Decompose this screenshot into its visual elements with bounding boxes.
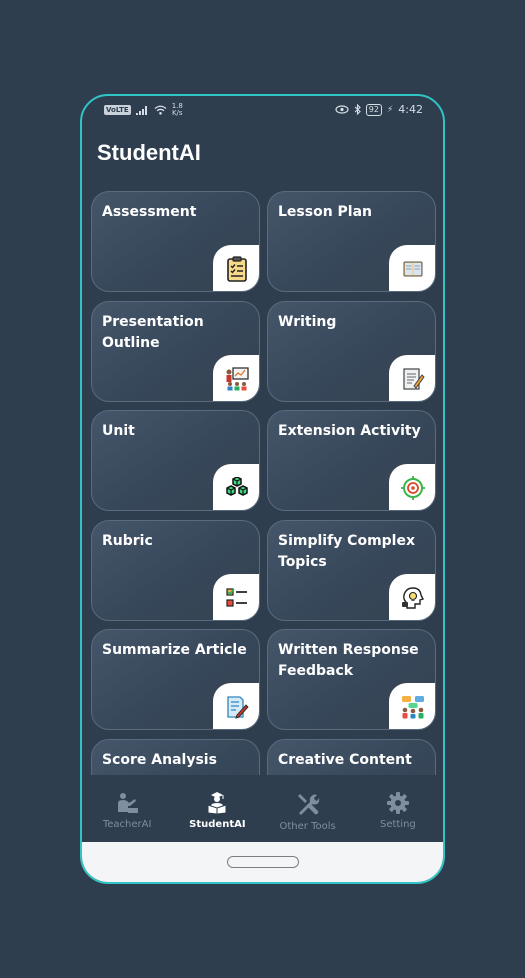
card-presentation-outline[interactable]: Presentation Outline (91, 301, 260, 402)
card-label: Assessment (102, 204, 197, 220)
nav-teacherai[interactable]: TeacherAI (82, 778, 172, 830)
open-book-icon (389, 245, 435, 291)
card-score-analysis[interactable]: Score Analysis (91, 739, 260, 775)
nav-setting[interactable]: Setting (353, 778, 443, 830)
card-label: Written Response Feedback (278, 642, 419, 679)
network-speed: 1.8 K/s (171, 102, 183, 117)
card-unit[interactable]: Unit (91, 410, 260, 511)
nav-label: StudentAI (189, 819, 246, 830)
card-label: Score Analysis (102, 752, 217, 768)
presentation-board-icon (213, 355, 259, 401)
card-label: Extension Activity (278, 423, 421, 439)
card-simplify-complex-topics[interactable]: Simplify Complex Topics (267, 520, 436, 621)
card-summarize-article[interactable]: Summarize Article (91, 629, 260, 730)
nav-label: Other Tools (279, 821, 336, 832)
student-reading-icon (207, 792, 227, 814)
card-label: Simplify Complex Topics (278, 533, 416, 570)
nav-studentai[interactable]: StudentAI (172, 778, 262, 830)
card-label: Lesson Plan (278, 204, 373, 220)
card-label: Presentation Outline (102, 314, 204, 351)
checklist-icon (213, 574, 259, 620)
signal-icon (135, 105, 147, 115)
card-lesson-plan[interactable]: Lesson Plan (267, 191, 436, 292)
card-label: Summarize Article (102, 642, 247, 658)
head-lightbulb-icon (389, 574, 435, 620)
stacked-cubes-icon (213, 464, 259, 510)
card-rubric[interactable]: Rubric (91, 520, 260, 621)
system-navigation-area (82, 842, 443, 882)
page-title: StudentAI (97, 140, 201, 165)
phone-frame: VoLTE 1.8 K/s 92 ⚡ 4:42 StudentAI Assess… (80, 94, 445, 884)
bottom-navigation: TeacherAI StudentAI Other Tools Setting (82, 778, 443, 842)
writing-paper-pen-icon (389, 355, 435, 401)
tool-grid: Assessment Lesson Plan Presentation Outl… (82, 191, 443, 775)
eye-comfort-icon (335, 105, 349, 114)
bluetooth-icon (354, 104, 361, 115)
card-extension-activity[interactable]: Extension Activity (267, 410, 436, 511)
volte-indicator: VoLTE (104, 105, 131, 115)
home-indicator[interactable] (226, 856, 299, 868)
card-creative-content[interactable]: Creative Content (267, 739, 436, 775)
charging-icon: ⚡ (386, 104, 394, 115)
card-written-response-feedback[interactable]: Written Response Feedback (267, 629, 436, 730)
target-icon (389, 464, 435, 510)
nav-label: Setting (379, 819, 416, 830)
wifi-icon (154, 105, 167, 115)
battery-indicator: 92 (365, 103, 382, 116)
feedback-chat-icon (389, 683, 435, 729)
card-label: Rubric (102, 533, 153, 549)
clock: 4:42 (398, 103, 423, 116)
card-label: Unit (102, 423, 135, 439)
card-assessment[interactable]: Assessment (91, 191, 260, 292)
gear-icon (386, 792, 409, 814)
teacher-icon (118, 793, 139, 813)
document-pencil-icon (213, 683, 259, 729)
tools-icon (297, 794, 319, 815)
nav-label: TeacherAI (102, 819, 152, 830)
card-writing[interactable]: Writing (267, 301, 436, 402)
clipboard-checklist-icon (213, 245, 259, 291)
nav-other-tools[interactable]: Other Tools (263, 778, 353, 832)
card-label: Writing (278, 314, 337, 330)
card-label: Creative Content (278, 752, 412, 768)
status-bar: VoLTE 1.8 K/s 92 ⚡ 4:42 (82, 96, 443, 124)
